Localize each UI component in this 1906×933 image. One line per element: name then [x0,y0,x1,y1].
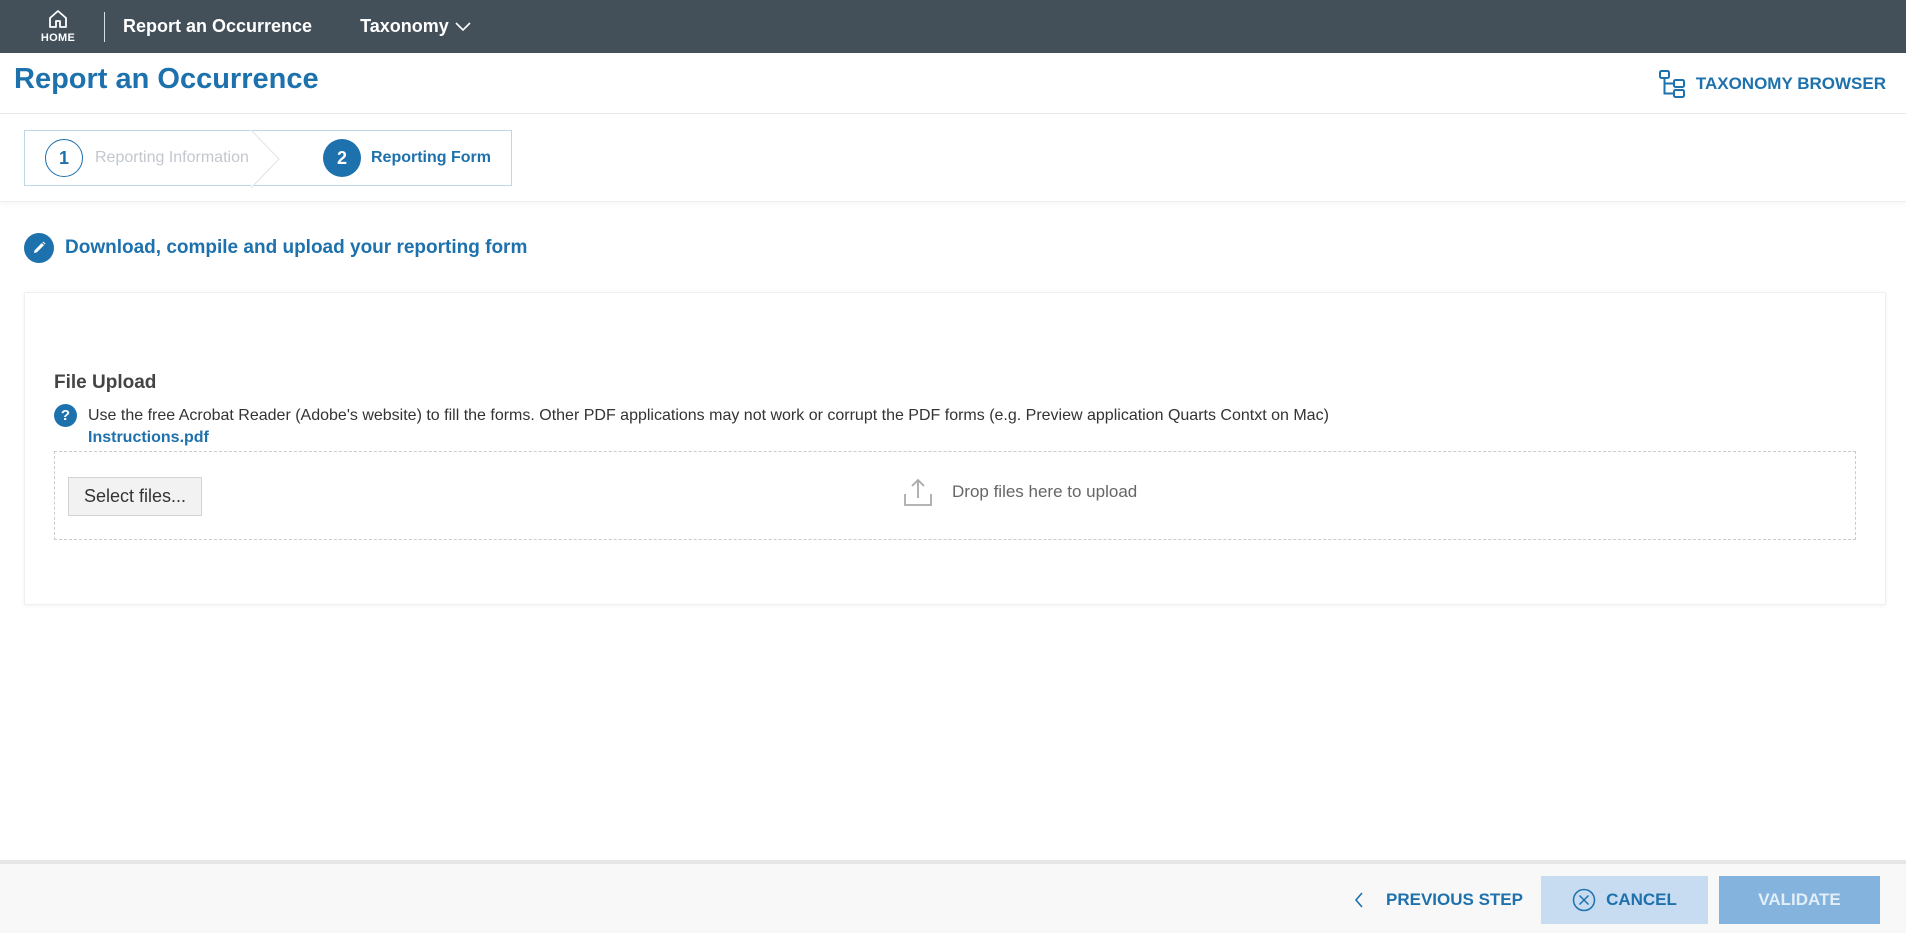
chevron-left-icon [1354,892,1363,908]
nav-item-taxonomy[interactable]: Taxonomy [360,16,471,37]
nav-item-label: Taxonomy [360,16,449,36]
question-icon: ? [54,404,77,427]
help-row: ? Use the free Acrobat Reader (Adobe's w… [54,404,1329,427]
section-title: Download, compile and upload your report… [65,237,528,258]
hierarchy-tree-icon [1658,70,1685,98]
upload-card: File Upload ? Use the free Acrobat Reade… [24,292,1886,605]
nav-item-report-occurrence[interactable]: Report an Occurrence [123,16,312,37]
select-files-button[interactable]: Select files... [68,477,202,516]
step-number: 1 [45,139,83,177]
taxonomy-browser-label: TAXONOMY BROWSER [1695,74,1886,93]
drop-hint: Drop files here to upload [902,476,1137,508]
home-link[interactable]: HOME [14,0,102,53]
upload-icon [904,478,932,506]
step-number: 2 [323,139,361,177]
drop-hint-text: Drop files here to upload [952,482,1138,501]
previous-step-label: PREVIOUS STEP [1386,890,1523,909]
section-header: Download, compile and upload your report… [24,233,527,263]
page-header: Report an Occurrence TAXONOMY BROWSER [0,53,1906,114]
instructions-link[interactable]: Instructions.pdf [88,429,209,447]
stepper-bar: 1 Reporting Information 2 Reporting Form [0,114,1906,202]
taxonomy-browser-button[interactable]: TAXONOMY BROWSER [1658,69,1886,99]
close-circle-icon [1572,888,1596,912]
home-label: HOME [40,32,76,44]
stepper: 1 Reporting Information 2 Reporting Form [24,130,512,188]
chevron-down-icon [455,21,471,31]
validate-button[interactable]: VALIDATE [1719,876,1880,924]
step-label: Reporting Information [95,149,249,166]
validate-label: VALIDATE [1758,890,1841,909]
file-drop-zone[interactable]: Select files... Drop files here to uploa… [54,451,1856,540]
nav-item-label: Report an Occurrence [123,16,313,36]
step-reporting-information[interactable]: 1 Reporting Information [25,130,280,188]
step-label: Reporting Form [371,149,491,166]
help-text: Use the free Acrobat Reader (Adobe's web… [88,406,1329,424]
step-reporting-form[interactable]: 2 Reporting Form [275,131,491,185]
pencil-icon [24,233,54,263]
nav-divider [104,11,105,42]
cancel-button[interactable]: CANCEL [1541,876,1708,924]
footer-action-bar: PREVIOUS STEP CANCEL VALIDATE [0,860,1906,933]
file-upload-label: File Upload [54,372,157,393]
previous-step-button[interactable]: PREVIOUS STEP [1354,890,1523,910]
top-navbar: HOME Report an Occurrence Taxonomy [0,0,1906,53]
step-separator-arrow [251,130,280,188]
cancel-label: CANCEL [1606,890,1677,909]
home-icon [49,10,67,28]
page-title: Report an Occurrence [14,63,319,95]
